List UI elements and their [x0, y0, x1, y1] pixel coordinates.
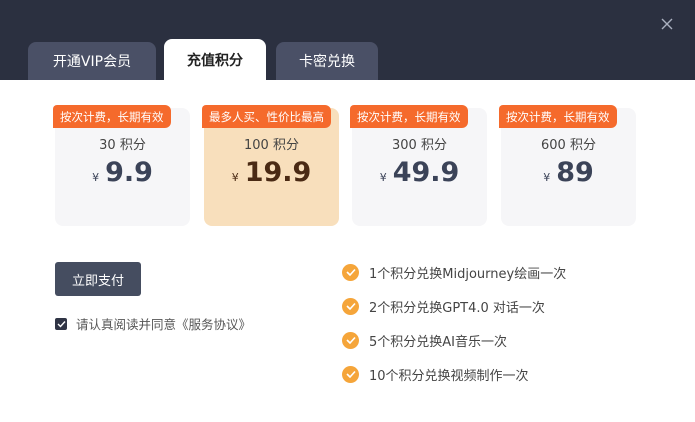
tab-vip[interactable]: 开通VIP会员: [28, 42, 156, 80]
feature-text: 2个积分兑换GPT4.0 对话一次: [369, 300, 545, 316]
content-panel: 按次计费，长期有效 30 积分 ¥ 9.9 最多人买、性价比最高 100 积分 …: [0, 80, 695, 422]
check-circle-icon: [342, 331, 359, 349]
package-badge: 按次计费，长期有效: [499, 105, 617, 128]
price-amount: 9.9: [105, 157, 153, 188]
package-price: ¥ 19.9: [204, 157, 339, 188]
currency-symbol: ¥: [231, 171, 239, 184]
package-points: 100 积分: [244, 138, 299, 153]
price-amount: 19.9: [244, 157, 312, 188]
package-points: 300 积分: [392, 138, 447, 153]
package-price: ¥ 49.9: [352, 157, 487, 188]
currency-symbol: ¥: [543, 171, 551, 184]
list-item: 10个积分兑换视频制作一次: [342, 357, 566, 391]
currency-symbol: ¥: [379, 171, 387, 184]
feature-text: 10个积分兑换视频制作一次: [369, 368, 529, 384]
list-item: 5个积分兑换AI音乐一次: [342, 323, 566, 357]
check-circle-icon: [342, 297, 359, 315]
agreement-row: 请认真阅读并同意《服务协议》: [55, 314, 251, 333]
close-icon: [661, 18, 673, 30]
package-card-600[interactable]: 按次计费，长期有效 600 积分 ¥ 89: [499, 105, 636, 226]
package-points: 30 积分: [99, 138, 146, 153]
package-price: ¥ 89: [501, 157, 636, 188]
tab-card-redeem[interactable]: 卡密兑换: [276, 42, 378, 80]
pay-now-button[interactable]: 立即支付: [55, 262, 141, 296]
package-card-300[interactable]: 按次计费，长期有效 300 积分 ¥ 49.9: [350, 105, 487, 226]
check-circle-icon: [342, 263, 359, 281]
package-price: ¥ 9.9: [55, 157, 190, 188]
agreement-text[interactable]: 请认真阅读并同意《服务协议》: [76, 314, 251, 333]
check-circle-icon: [342, 365, 359, 383]
close-button[interactable]: [656, 13, 678, 35]
package-badge: 按次计费，长期有效: [53, 105, 171, 128]
checkmark-icon: [57, 320, 66, 328]
list-item: 1个积分兑换Midjourney绘画一次: [342, 255, 566, 289]
package-card-100[interactable]: 最多人买、性价比最高 100 积分 ¥ 19.9: [202, 105, 339, 226]
currency-symbol: ¥: [92, 171, 100, 184]
feature-text: 5个积分兑换AI音乐一次: [369, 334, 507, 350]
feature-text: 1个积分兑换Midjourney绘画一次: [369, 266, 567, 282]
tab-recharge-points[interactable]: 充值积分: [164, 39, 266, 81]
feature-list: 1个积分兑换Midjourney绘画一次 2个积分兑换GPT4.0 对话一次 5…: [342, 255, 566, 391]
recharge-dialog: 开通VIP会员 充值积分 卡密兑换 按次计费，长期有效 30 积分 ¥ 9.9 …: [0, 0, 695, 422]
package-points: 600 积分: [541, 138, 596, 153]
package-badge: 按次计费，长期有效: [350, 105, 468, 128]
package-card-30[interactable]: 按次计费，长期有效 30 积分 ¥ 9.9: [53, 105, 190, 226]
price-amount: 89: [556, 157, 594, 188]
price-amount: 49.9: [392, 157, 460, 188]
agreement-checkbox[interactable]: [55, 317, 67, 330]
package-badge: 最多人买、性价比最高: [202, 105, 331, 128]
list-item: 2个积分兑换GPT4.0 对话一次: [342, 289, 566, 323]
